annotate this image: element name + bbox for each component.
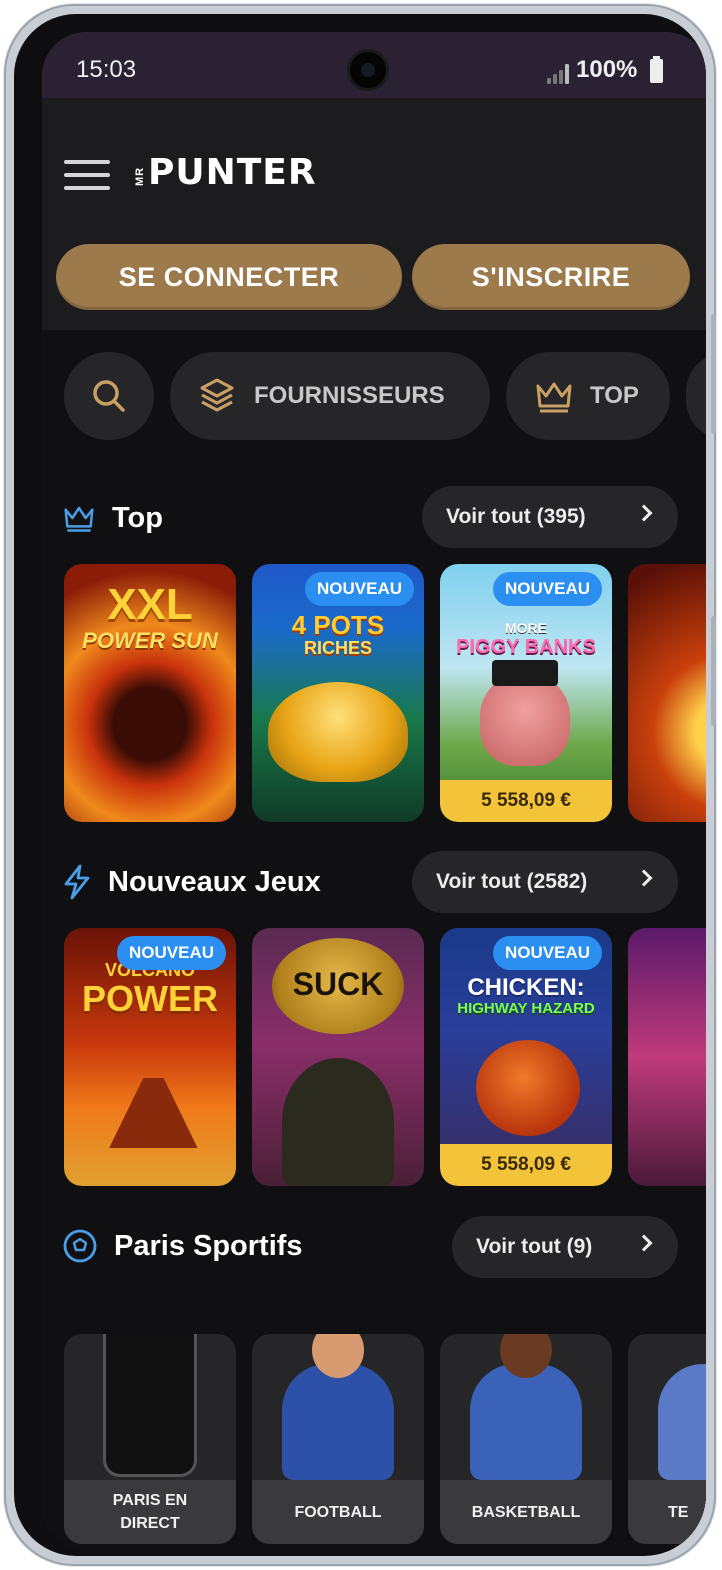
soccer-ball-icon xyxy=(63,1229,97,1263)
signup-button[interactable]: S'INSCRIRE xyxy=(412,244,690,310)
new-badge: NOUVEAU xyxy=(492,572,602,606)
character-image xyxy=(282,1058,394,1186)
game-title: 4 POTS xyxy=(291,610,385,640)
phone-image xyxy=(106,1334,194,1474)
sport-label: BASKETBALL xyxy=(440,1480,612,1544)
view-all-new-button[interactable]: Voir tout (2582) xyxy=(412,851,678,913)
football-player-image xyxy=(282,1364,394,1480)
signal-icon xyxy=(547,64,571,84)
game-subtitle: HIGHWAY HAZARD xyxy=(457,1000,595,1017)
view-all-top-button[interactable]: Voir tout (395) xyxy=(422,486,678,548)
sport-label: TE xyxy=(628,1480,706,1544)
top-hat-image xyxy=(492,660,558,686)
volume-button xyxy=(711,314,716,434)
menu-icon[interactable] xyxy=(64,156,110,194)
lightning-icon xyxy=(64,864,90,900)
crown-icon xyxy=(64,506,94,532)
game-card-partial[interactable] xyxy=(628,928,706,1186)
chevron-right-icon xyxy=(635,869,653,887)
section-sports-title: Paris Sportifs xyxy=(114,1229,303,1262)
sport-label: PARIS EN DIRECT xyxy=(64,1480,236,1544)
sport-label: FOOTBALL xyxy=(252,1480,424,1544)
new-badge: NOUVEAU xyxy=(492,936,602,970)
status-time: 15:03 xyxy=(76,56,137,83)
gold-pot-image xyxy=(268,682,408,782)
chicken-image xyxy=(476,1040,580,1136)
game-card[interactable]: 4 POTS RICHES NOUVEAU xyxy=(252,564,424,822)
game-subtitle: POWER SUN xyxy=(82,628,218,653)
screen: 15:03 100% MR PUNTER SE CONNECTER S'INSC… xyxy=(42,32,706,1552)
game-card[interactable]: XXL POWER SUN xyxy=(64,564,236,822)
logo-prefix: MR xyxy=(134,166,146,186)
sport-card-basketball[interactable]: BASKETBALL xyxy=(440,1334,612,1544)
sport-card-tennis[interactable]: TE xyxy=(628,1334,706,1544)
battery-percent: 100% xyxy=(576,56,638,83)
section-sports-header: Paris Sportifs xyxy=(62,1216,303,1276)
game-card[interactable]: SUCK xyxy=(252,928,424,1186)
search-button[interactable] xyxy=(64,352,154,440)
basketball-player-image xyxy=(470,1364,582,1480)
game-title: XXL xyxy=(107,580,193,629)
game-card[interactable]: MORE PIGGY BANKS NOUVEAU 5 558,09 € xyxy=(440,564,612,822)
power-button xyxy=(711,616,716,726)
sport-card-football[interactable]: FOOTBALL xyxy=(252,1334,424,1544)
logo-text: PUNTER xyxy=(148,152,317,193)
chevron-right-icon xyxy=(635,1234,653,1252)
game-card[interactable]: VOLCANO POWER NOUVEAU xyxy=(64,928,236,1186)
battery-icon xyxy=(650,56,663,83)
view-all-new-label: Voir tout (2582) xyxy=(436,870,588,893)
chevron-right-icon xyxy=(635,504,653,522)
tennis-player-image xyxy=(658,1364,706,1480)
game-title: MORE xyxy=(505,620,547,636)
top-label: TOP xyxy=(590,382,639,409)
login-button[interactable]: SE CONNECTER xyxy=(56,244,402,310)
top-filter[interactable]: TOP xyxy=(506,352,670,440)
jackpot-amount: 5 558,09 € xyxy=(440,780,612,822)
front-camera xyxy=(350,52,386,88)
more-filter-chip[interactable] xyxy=(686,352,706,440)
view-all-sports-button[interactable]: Voir tout (9) xyxy=(452,1216,678,1278)
status-bar: 15:03 100% xyxy=(42,32,706,98)
new-badge: NOUVEAU xyxy=(116,936,226,970)
phone-bezel: 15:03 100% MR PUNTER SE CONNECTER S'INSC… xyxy=(14,14,706,1556)
view-all-sports-label: Voir tout (9) xyxy=(476,1235,593,1258)
section-new-title: Nouveaux Jeux xyxy=(108,865,321,898)
game-title: CHICKEN: xyxy=(467,974,585,1001)
game-card[interactable]: CHICKEN: HIGHWAY HAZARD NOUVEAU 5 558,09… xyxy=(440,928,612,1186)
game-title: SUCK xyxy=(292,966,384,1002)
section-top-header: Top xyxy=(62,488,163,548)
volcano-image xyxy=(109,1078,198,1148)
game-subtitle: RICHES xyxy=(303,638,372,658)
pig-character-image xyxy=(480,674,570,766)
providers-filter[interactable]: FOURNISSEURS xyxy=(170,352,490,440)
sport-card-live[interactable]: PARIS EN DIRECT xyxy=(64,1334,236,1544)
jackpot-amount: 5 558,09 € xyxy=(440,1144,612,1186)
crown-icon xyxy=(536,382,572,413)
section-new-header: Nouveaux Jeux xyxy=(62,852,321,912)
app-header: MR PUNTER SE CONNECTER S'INSCRIRE xyxy=(42,98,706,330)
game-card-partial[interactable]: NO xyxy=(628,564,706,822)
view-all-top-label: Voir tout (395) xyxy=(446,505,586,528)
phone-frame: 15:03 100% MR PUNTER SE CONNECTER S'INSC… xyxy=(4,4,716,1566)
search-icon xyxy=(93,380,125,412)
new-badge: NOUVEAU xyxy=(304,572,414,606)
providers-label: FOURNISSEURS xyxy=(254,382,445,409)
section-top-title: Top xyxy=(112,501,163,534)
game-subtitle: POWER xyxy=(81,978,218,1019)
game-subtitle: PIGGY BANKS xyxy=(456,636,596,658)
layers-icon xyxy=(200,378,234,412)
